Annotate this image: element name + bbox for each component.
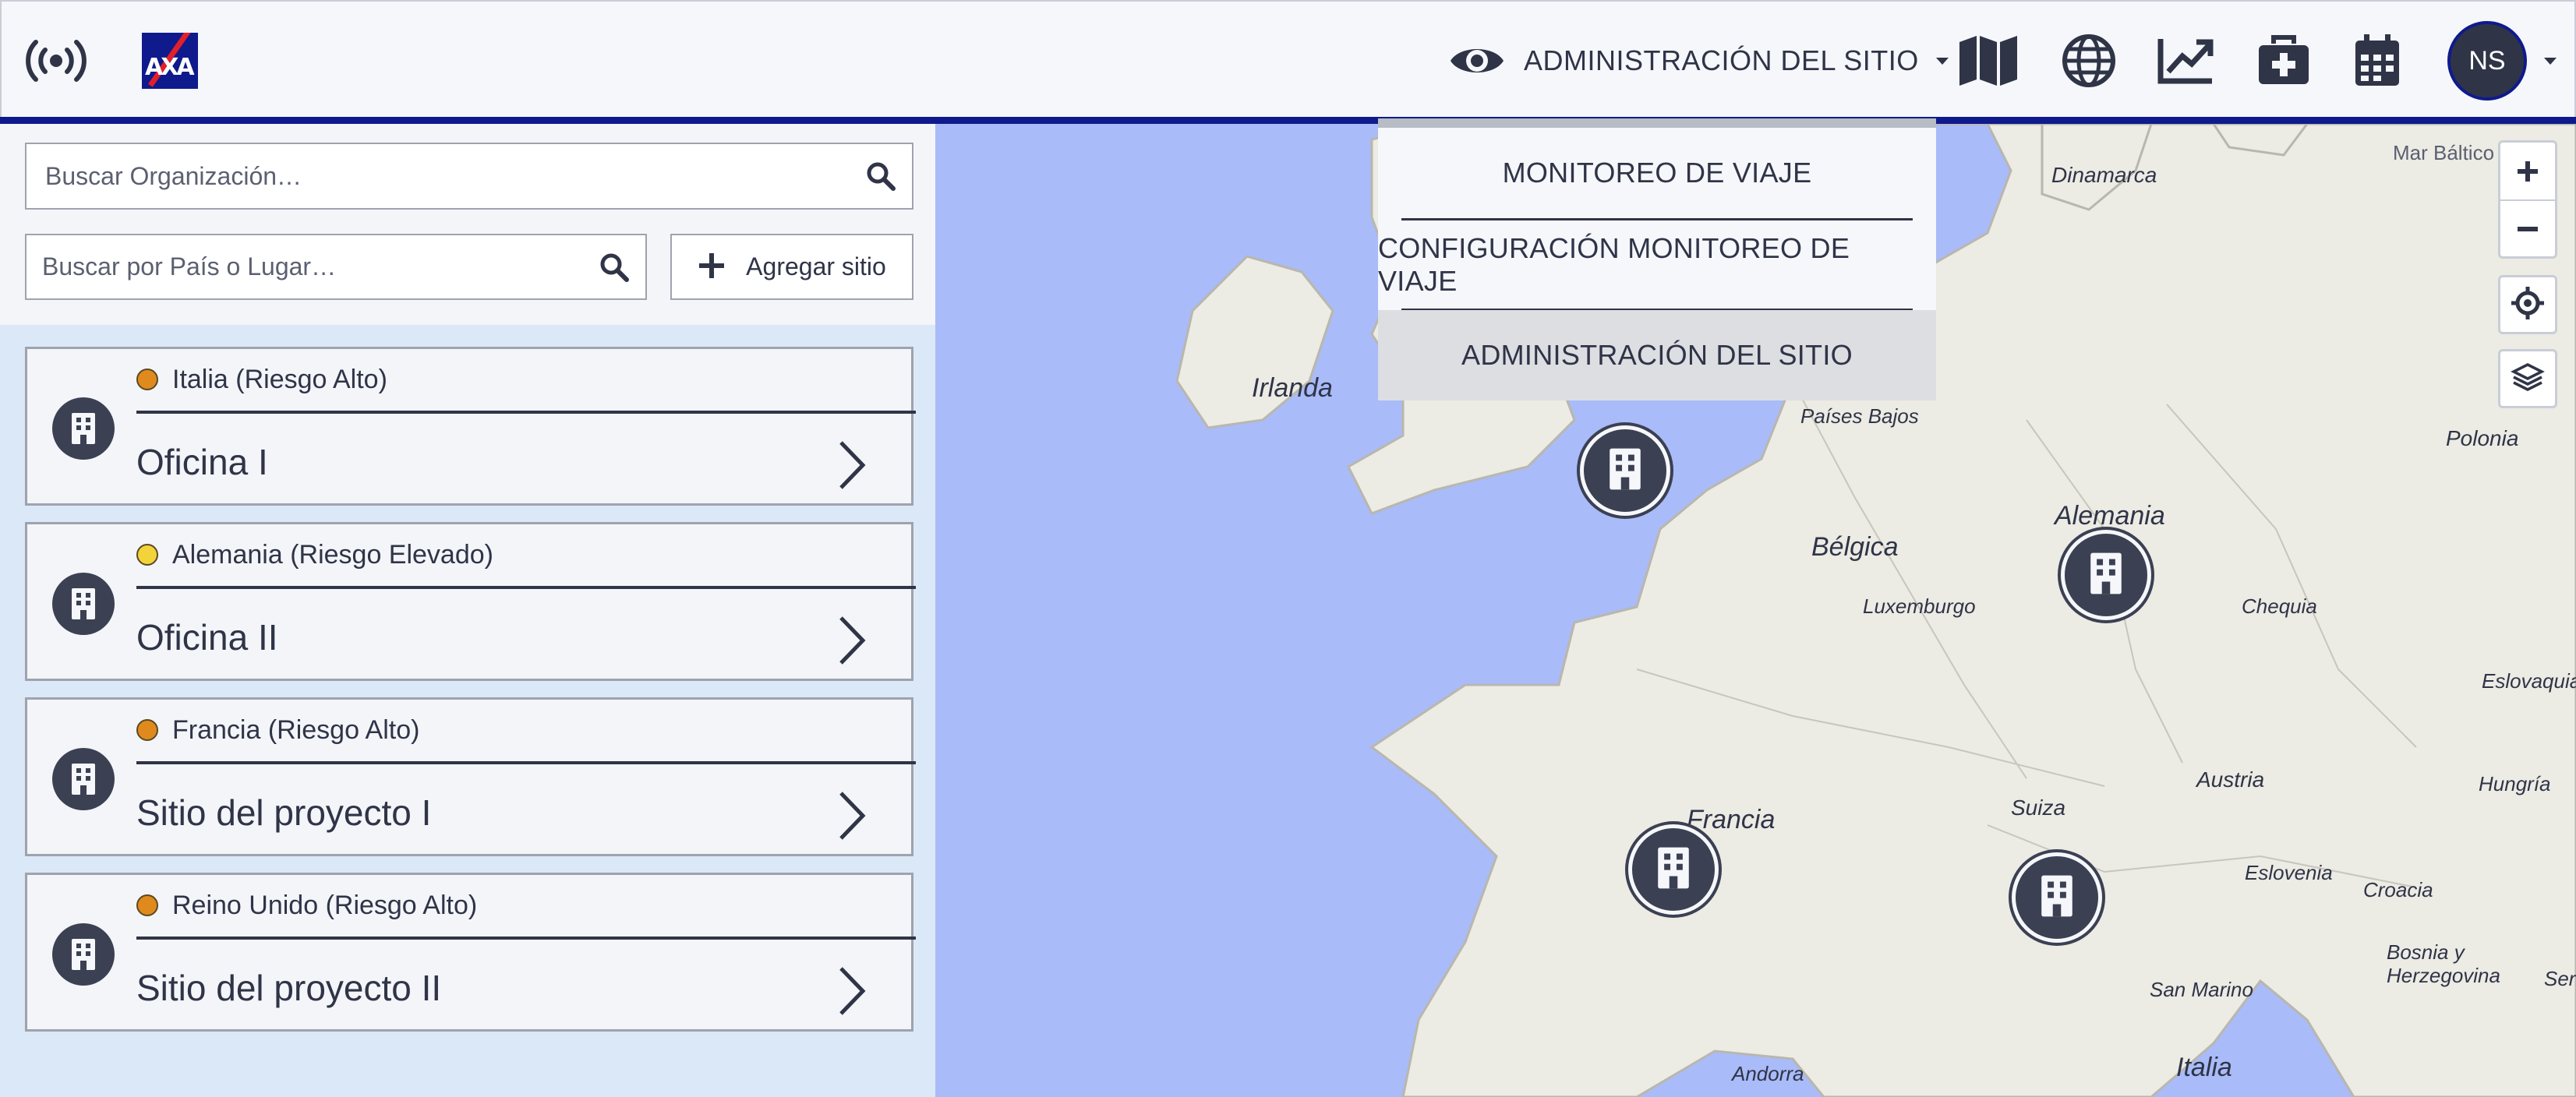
map-label-chequia: Chequia bbox=[2242, 594, 2317, 618]
map-label-paises-bajos: Países Bajos bbox=[1800, 404, 1919, 428]
chevron-right-icon[interactable] bbox=[836, 439, 868, 494]
map-label-serbia: Serb bbox=[2544, 967, 2576, 990]
risk-label: Reino Unido (Riesgo Alto) bbox=[172, 890, 478, 920]
org-search-placeholder: Buscar Organización… bbox=[45, 161, 302, 190]
map-label-bosnia: Bosnia y Herzegovina bbox=[2387, 940, 2500, 987]
risk-dot bbox=[136, 544, 158, 566]
eye-icon bbox=[1447, 41, 1507, 81]
add-site-button[interactable]: Agregar sitio bbox=[670, 234, 913, 300]
map-label-hungria: Hungría bbox=[2479, 772, 2551, 795]
risk-dot bbox=[136, 894, 158, 916]
map-label-mar-baltico: Mar Báltico bbox=[2393, 141, 2495, 164]
top-navbar: AXA ADMINISTRACIÓN DEL SITIO NS bbox=[0, 0, 2576, 118]
site-name: Sitio del proyecto I bbox=[136, 792, 432, 833]
building-icon bbox=[2039, 873, 2075, 922]
add-site-label: Agregar sitio bbox=[746, 252, 886, 280]
risk-label: Alemania (Riesgo Elevado) bbox=[172, 539, 493, 570]
risk-dot bbox=[136, 719, 158, 741]
avatar-initials: NS bbox=[2468, 45, 2506, 76]
site-card[interactable]: Alemania (Riesgo Elevado) Oficina II bbox=[25, 522, 916, 681]
risk-label: Italia (Riesgo Alto) bbox=[172, 364, 387, 394]
navbar-accent-line bbox=[0, 117, 2576, 124]
map-label-eslovenia: Eslovenia bbox=[2245, 861, 2333, 884]
building-icon bbox=[1655, 845, 1691, 894]
plus-icon bbox=[698, 252, 726, 283]
map-label-eslovaquia: Eslovaquia bbox=[2482, 669, 2576, 693]
map-label-luxemburgo: Luxemburgo bbox=[1863, 594, 1976, 618]
card-divider bbox=[136, 937, 916, 940]
site-marker-reino-unido[interactable] bbox=[1580, 425, 1670, 516]
menu-item-administracion-del-sitio[interactable]: ADMINISTRACIÓN DEL SITIO bbox=[1378, 310, 1936, 400]
site-card[interactable]: Italia (Riesgo Alto) Oficina I bbox=[25, 347, 916, 506]
map-label-croacia: Croacia bbox=[2363, 878, 2433, 901]
place-search-placeholder: Buscar por País o Lugar… bbox=[42, 252, 337, 280]
site-name: Sitio del proyecto II bbox=[136, 968, 442, 1008]
map-label-irlanda: Irlanda bbox=[1252, 373, 1333, 403]
map-label-san-marino: San Marino bbox=[2150, 978, 2253, 1001]
map-label-francia: Francia bbox=[1687, 805, 1776, 834]
map-label-andorra: Andorra bbox=[1732, 1062, 1804, 1085]
building-icon bbox=[52, 748, 115, 810]
layers-icon bbox=[2511, 362, 2545, 396]
trend-chart-icon[interactable] bbox=[2157, 34, 2215, 86]
card-divider bbox=[136, 586, 916, 589]
org-search-input[interactable]: Buscar Organización… bbox=[25, 143, 913, 210]
card-divider bbox=[136, 411, 916, 414]
sidebar: Buscar Organización… Buscar por País o L… bbox=[0, 124, 935, 1097]
site-name: Oficina II bbox=[136, 617, 278, 658]
menu-item-configuracion-monitoreo[interactable]: CONFIGURACIÓN MONITOREO DE VIAJE bbox=[1378, 220, 1936, 310]
site-admin-menu-toggle[interactable]: ADMINISTRACIÓN DEL SITIO bbox=[1447, 30, 1949, 92]
globe-icon[interactable] bbox=[2061, 33, 2117, 89]
map-label-italia: Italia bbox=[2176, 1053, 2232, 1082]
chevron-right-icon[interactable] bbox=[836, 615, 868, 669]
risk-row: Reino Unido (Riesgo Alto) bbox=[136, 886, 477, 925]
map-label-polonia: Polonia bbox=[2446, 426, 2519, 450]
medical-bag-icon[interactable] bbox=[2256, 31, 2312, 89]
building-icon bbox=[52, 573, 115, 635]
site-marker-italia[interactable] bbox=[2012, 852, 2102, 943]
chevron-right-icon[interactable] bbox=[836, 965, 868, 1020]
chevron-right-icon[interactable] bbox=[836, 790, 868, 845]
map-label-dinamarca: Dinamarca bbox=[2051, 163, 2157, 187]
building-icon bbox=[52, 923, 115, 986]
zoom-out-button[interactable] bbox=[2500, 199, 2555, 256]
building-icon bbox=[2088, 551, 2124, 599]
search-icon[interactable] bbox=[850, 160, 912, 192]
broadcast-icon[interactable] bbox=[25, 36, 87, 86]
zoom-control bbox=[2498, 140, 2557, 259]
map-label-alemania: Alemania bbox=[2055, 501, 2165, 531]
menu-label: ADMINISTRACIÓN DEL SITIO bbox=[1524, 44, 1919, 76]
zoom-in-button[interactable] bbox=[2500, 143, 2555, 199]
avatar-chevron-down-icon[interactable] bbox=[2544, 58, 2557, 65]
site-card[interactable]: Reino Unido (Riesgo Alto) Sitio del proy… bbox=[25, 873, 916, 1032]
layers-button[interactable] bbox=[2498, 349, 2557, 408]
site-marker-francia[interactable] bbox=[1628, 824, 1719, 915]
map-label-austria: Austria bbox=[2196, 767, 2265, 792]
risk-row: Francia (Riesgo Alto) bbox=[136, 711, 419, 750]
risk-row: Alemania (Riesgo Elevado) bbox=[136, 535, 493, 574]
avatar[interactable]: NS bbox=[2447, 21, 2527, 101]
site-admin-dropdown: MONITOREO DE VIAJE CONFIGURACIÓN MONITOR… bbox=[1378, 118, 1936, 400]
site-name: Oficina I bbox=[136, 442, 268, 482]
search-icon[interactable] bbox=[583, 252, 645, 283]
calendar-icon[interactable] bbox=[2352, 31, 2402, 89]
site-card[interactable]: Francia (Riesgo Alto) Sitio del proyecto… bbox=[25, 697, 916, 856]
map-icon[interactable] bbox=[1958, 33, 2019, 89]
locate-button[interactable] bbox=[2498, 275, 2557, 334]
risk-dot bbox=[136, 369, 158, 390]
menu-item-monitoreo-de-viaje[interactable]: MONITOREO DE VIAJE bbox=[1378, 128, 1936, 218]
map-label-suiza: Suiza bbox=[2011, 795, 2066, 820]
card-divider bbox=[136, 761, 916, 764]
risk-row: Italia (Riesgo Alto) bbox=[136, 360, 387, 399]
risk-label: Francia (Riesgo Alto) bbox=[172, 714, 420, 745]
chevron-down-icon bbox=[1935, 57, 1949, 65]
axa-logo-text: AXA bbox=[145, 54, 195, 81]
building-icon bbox=[52, 397, 115, 460]
place-search-input[interactable]: Buscar por País o Lugar… bbox=[25, 234, 647, 300]
building-icon bbox=[1607, 446, 1643, 495]
crosshair-icon bbox=[2511, 287, 2544, 323]
map-label-belgica: Bélgica bbox=[1811, 532, 1899, 562]
site-marker-alemania[interactable] bbox=[2061, 530, 2151, 620]
axa-logo[interactable]: AXA bbox=[142, 33, 198, 89]
